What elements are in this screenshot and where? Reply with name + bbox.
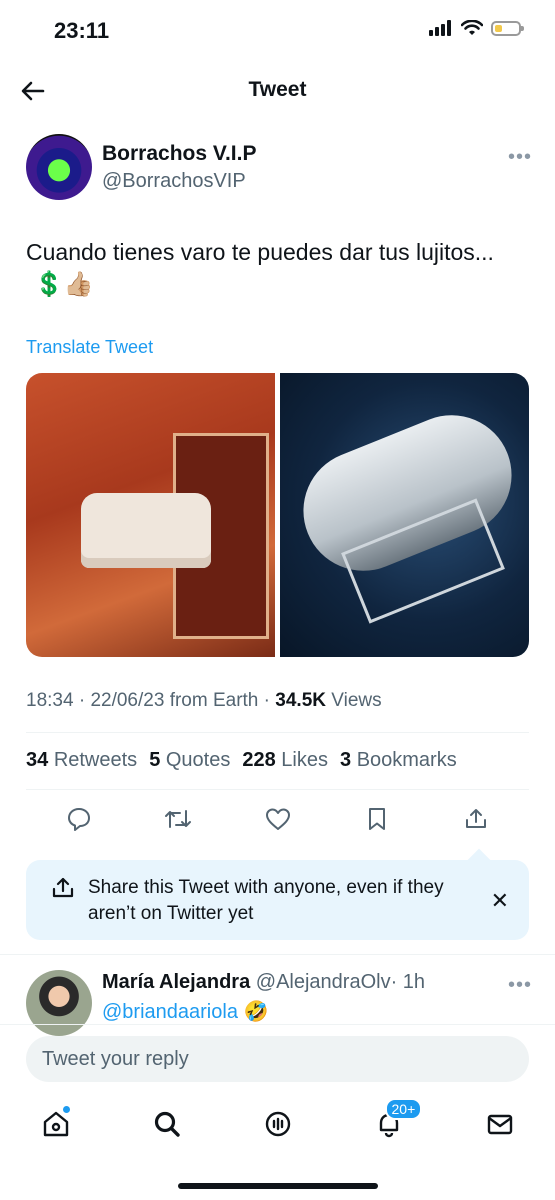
views-count: 34.5K bbox=[275, 690, 326, 711]
home-icon bbox=[43, 1111, 68, 1137]
tab-home[interactable] bbox=[36, 1104, 76, 1144]
share-icon[interactable] bbox=[461, 804, 491, 834]
reply-age: · 1h bbox=[390, 971, 426, 993]
tweet-time: 18:34 bbox=[26, 690, 74, 711]
views-label: Views bbox=[331, 690, 382, 711]
new-content-dot bbox=[62, 1106, 70, 1113]
reply-composer[interactable] bbox=[26, 1036, 529, 1082]
tweet-meta: 18:34 · 22/06/23 from Earth · 34.5K View… bbox=[26, 690, 382, 711]
media-image-2[interactable] bbox=[280, 373, 529, 657]
divider bbox=[0, 1024, 555, 1025]
divider bbox=[26, 732, 529, 733]
tab-notifications[interactable]: 20+ bbox=[369, 1098, 423, 1144]
like-icon[interactable] bbox=[263, 804, 293, 834]
author-name[interactable]: Borrachos V.I.P bbox=[102, 142, 256, 166]
tab-spaces[interactable] bbox=[258, 1104, 298, 1144]
share-icon bbox=[50, 875, 76, 906]
reply-author-handle[interactable]: @AlejandraOlv bbox=[256, 971, 391, 993]
signal-icon bbox=[429, 20, 451, 36]
tweet-stats: 34 Retweets 5 Quotes 228 Likes 3 Bookmar… bbox=[26, 749, 457, 772]
tab-messages[interactable] bbox=[480, 1104, 520, 1144]
status-time: 23:11 bbox=[54, 18, 110, 43]
tweet-text: Cuando tienes varo te puedes dar tus luj… bbox=[26, 239, 494, 265]
retweets-stat[interactable]: 34 Retweets bbox=[26, 749, 137, 772]
reply-author-name[interactable]: María Alejandra bbox=[102, 971, 250, 993]
close-icon[interactable]: ✕ bbox=[491, 888, 509, 914]
tweet-media[interactable] bbox=[26, 373, 529, 657]
share-banner: Share this Tweet with anyone, even if th… bbox=[26, 860, 529, 940]
notifications-badge: 20+ bbox=[384, 1098, 423, 1120]
reply-header: María Alejandra @AlejandraOlv· 1h bbox=[102, 971, 425, 994]
reply-text: @briandaariola 🤣 bbox=[102, 999, 268, 1024]
reply-mention-link[interactable]: @briandaariola bbox=[102, 1001, 238, 1023]
bookmarks-stat[interactable]: 3 Bookmarks bbox=[340, 749, 457, 772]
image-chair-shape bbox=[81, 493, 211, 568]
divider bbox=[0, 954, 555, 955]
reply-emoji: 🤣 bbox=[243, 1001, 269, 1023]
spaces-icon bbox=[265, 1111, 290, 1137]
author-avatar[interactable] bbox=[26, 134, 92, 200]
divider bbox=[26, 789, 529, 790]
translate-tweet-link[interactable]: Translate Tweet bbox=[26, 337, 153, 358]
tweet-source: from Earth bbox=[169, 690, 259, 711]
home-indicator bbox=[178, 1183, 378, 1189]
wifi-icon bbox=[461, 20, 483, 35]
page-title: Tweet bbox=[248, 78, 307, 101]
reply-avatar[interactable] bbox=[26, 970, 92, 1036]
retweet-icon[interactable] bbox=[163, 804, 193, 834]
search-icon bbox=[154, 1111, 180, 1137]
author-handle[interactable]: @BorrachosVIP bbox=[102, 170, 246, 193]
share-banner-text: Share this Tweet with anyone, even if th… bbox=[88, 877, 444, 924]
more-options-icon[interactable]: ••• bbox=[508, 974, 532, 997]
tweet-actions bbox=[26, 804, 529, 836]
battery-icon bbox=[491, 20, 524, 36]
more-options-icon[interactable]: ••• bbox=[508, 146, 532, 169]
reply-input[interactable] bbox=[26, 1036, 529, 1082]
bottom-tab-bar: 20+ bbox=[0, 1098, 555, 1144]
mail-icon bbox=[487, 1114, 512, 1135]
quotes-stat[interactable]: 5 Quotes bbox=[149, 749, 230, 772]
media-image-1[interactable] bbox=[26, 373, 275, 657]
reply-icon[interactable] bbox=[64, 804, 94, 834]
likes-stat[interactable]: 228 Likes bbox=[242, 749, 328, 772]
bookmark-icon[interactable] bbox=[362, 804, 392, 834]
tab-search[interactable] bbox=[147, 1104, 187, 1144]
status-icons bbox=[429, 20, 524, 36]
tweet-date: 22/06/23 bbox=[90, 690, 165, 711]
tweet-emoji: 💲👍🏼 bbox=[34, 271, 94, 298]
